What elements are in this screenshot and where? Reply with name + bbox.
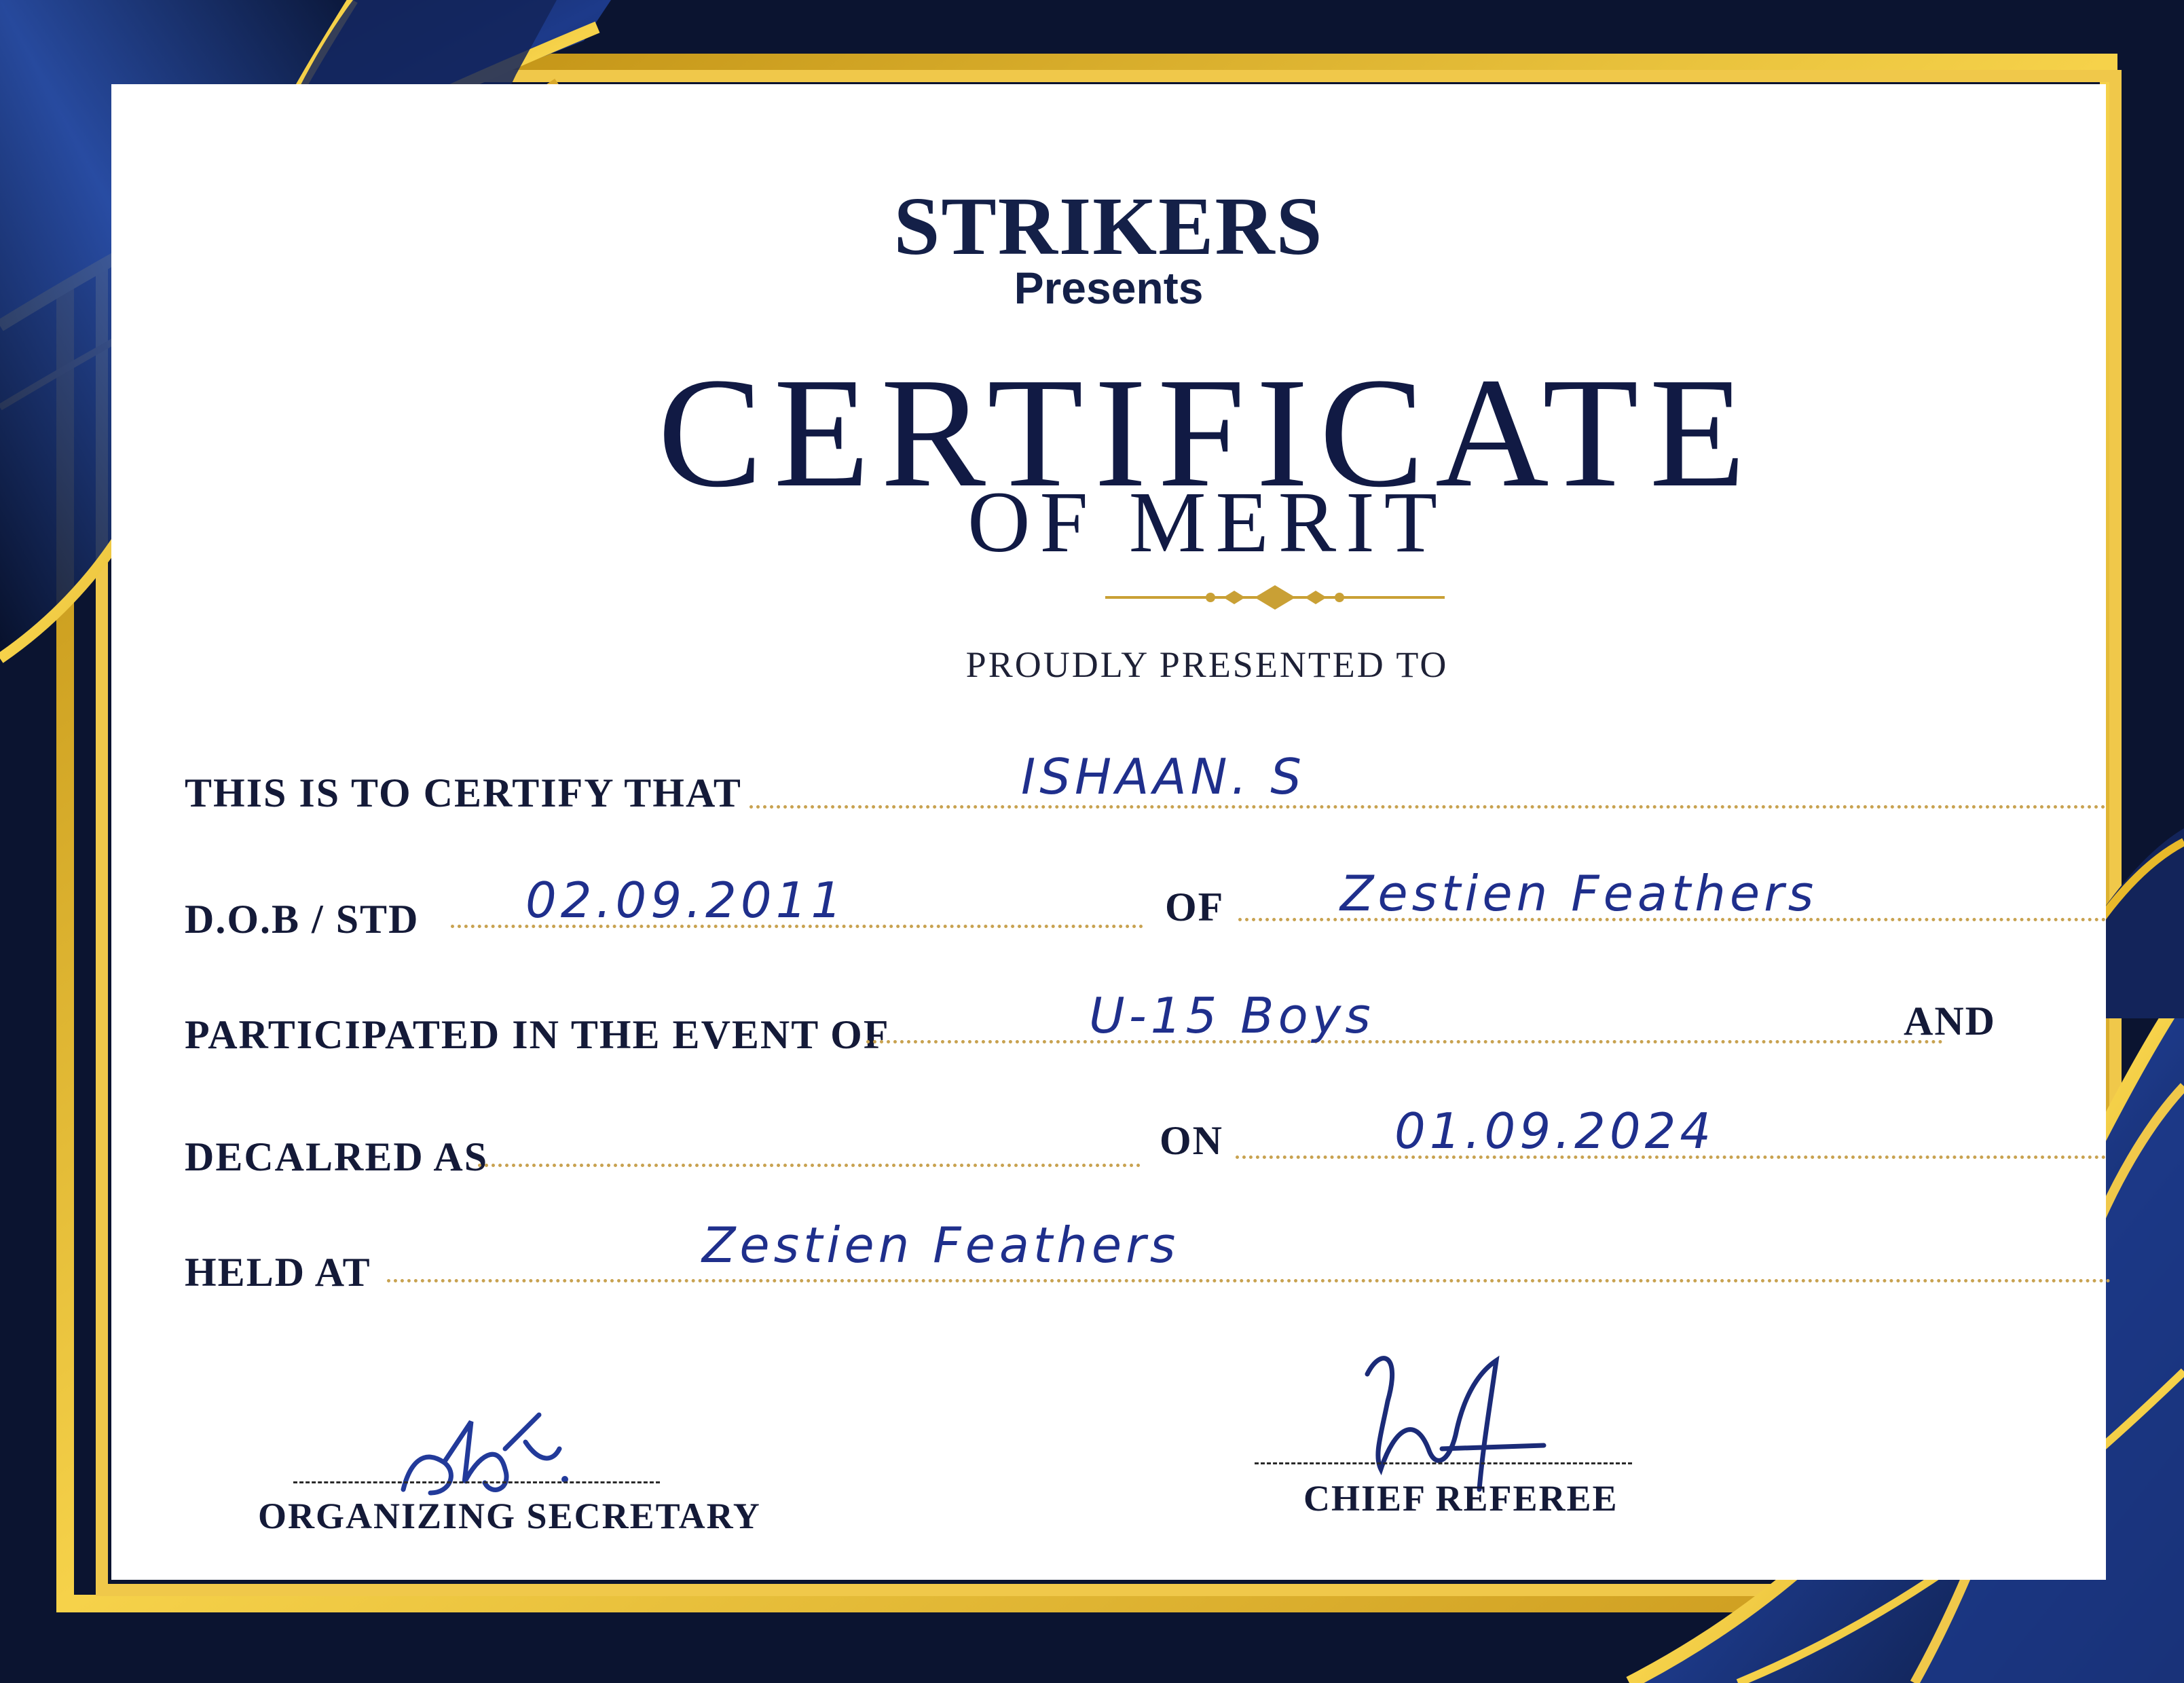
chief-referee-caption: CHIEF REFEREE: [1303, 1478, 1618, 1519]
event-label: PARTICIPATED IN THE EVENT OF: [185, 1012, 890, 1057]
presented-to-text: PROUDLY PRESENTED TO: [965, 644, 1449, 685]
event-dotted-line: [866, 1040, 1943, 1043]
organizing-secretary-signature-line: [293, 1481, 660, 1483]
dob-label: D.O.B / STD: [185, 897, 420, 942]
of-handwritten-value: Zestien Feathers: [1340, 865, 1818, 922]
certify-handwritten-name: ISHAAN. S: [1021, 748, 1306, 805]
brand-name: STRIKERS: [893, 181, 1324, 272]
and-label: AND: [1904, 999, 1996, 1043]
on-handwritten-date: 01.09.2024: [1394, 1103, 1716, 1160]
declared-label: DECALRED AS: [185, 1134, 489, 1179]
presents-text: Presents: [1014, 263, 1204, 313]
of-label: OF: [1165, 885, 1225, 929]
held-dotted-line: [387, 1279, 2111, 1282]
certificate-paper: STRIKERS Presents CERTIFICATE OF MERIT P…: [111, 84, 2111, 1580]
chief-referee-signature-line: [1255, 1462, 1632, 1464]
gold-divider-ornament: [1105, 585, 1445, 610]
certificate-subtitle: OF MERIT: [967, 474, 1447, 570]
certify-label: THIS IS TO CERTIFY THAT: [185, 771, 742, 815]
on-label: ON: [1160, 1118, 1223, 1163]
certify-dotted-line: [749, 805, 2106, 809]
held-label: HELD AT: [185, 1250, 371, 1295]
chief-referee-signature: [1365, 1355, 1547, 1492]
organizing-secretary-signature: [401, 1412, 568, 1496]
organizing-secretary-caption: ORGANIZING SECRETARY: [258, 1496, 761, 1536]
dob-handwritten-value: 02.09.2011: [525, 872, 847, 929]
event-handwritten-value: U-15 Boys: [1089, 987, 1375, 1044]
held-handwritten-value: Zestien Feathers: [702, 1217, 1180, 1274]
declared-dotted-line: [478, 1164, 1141, 1167]
